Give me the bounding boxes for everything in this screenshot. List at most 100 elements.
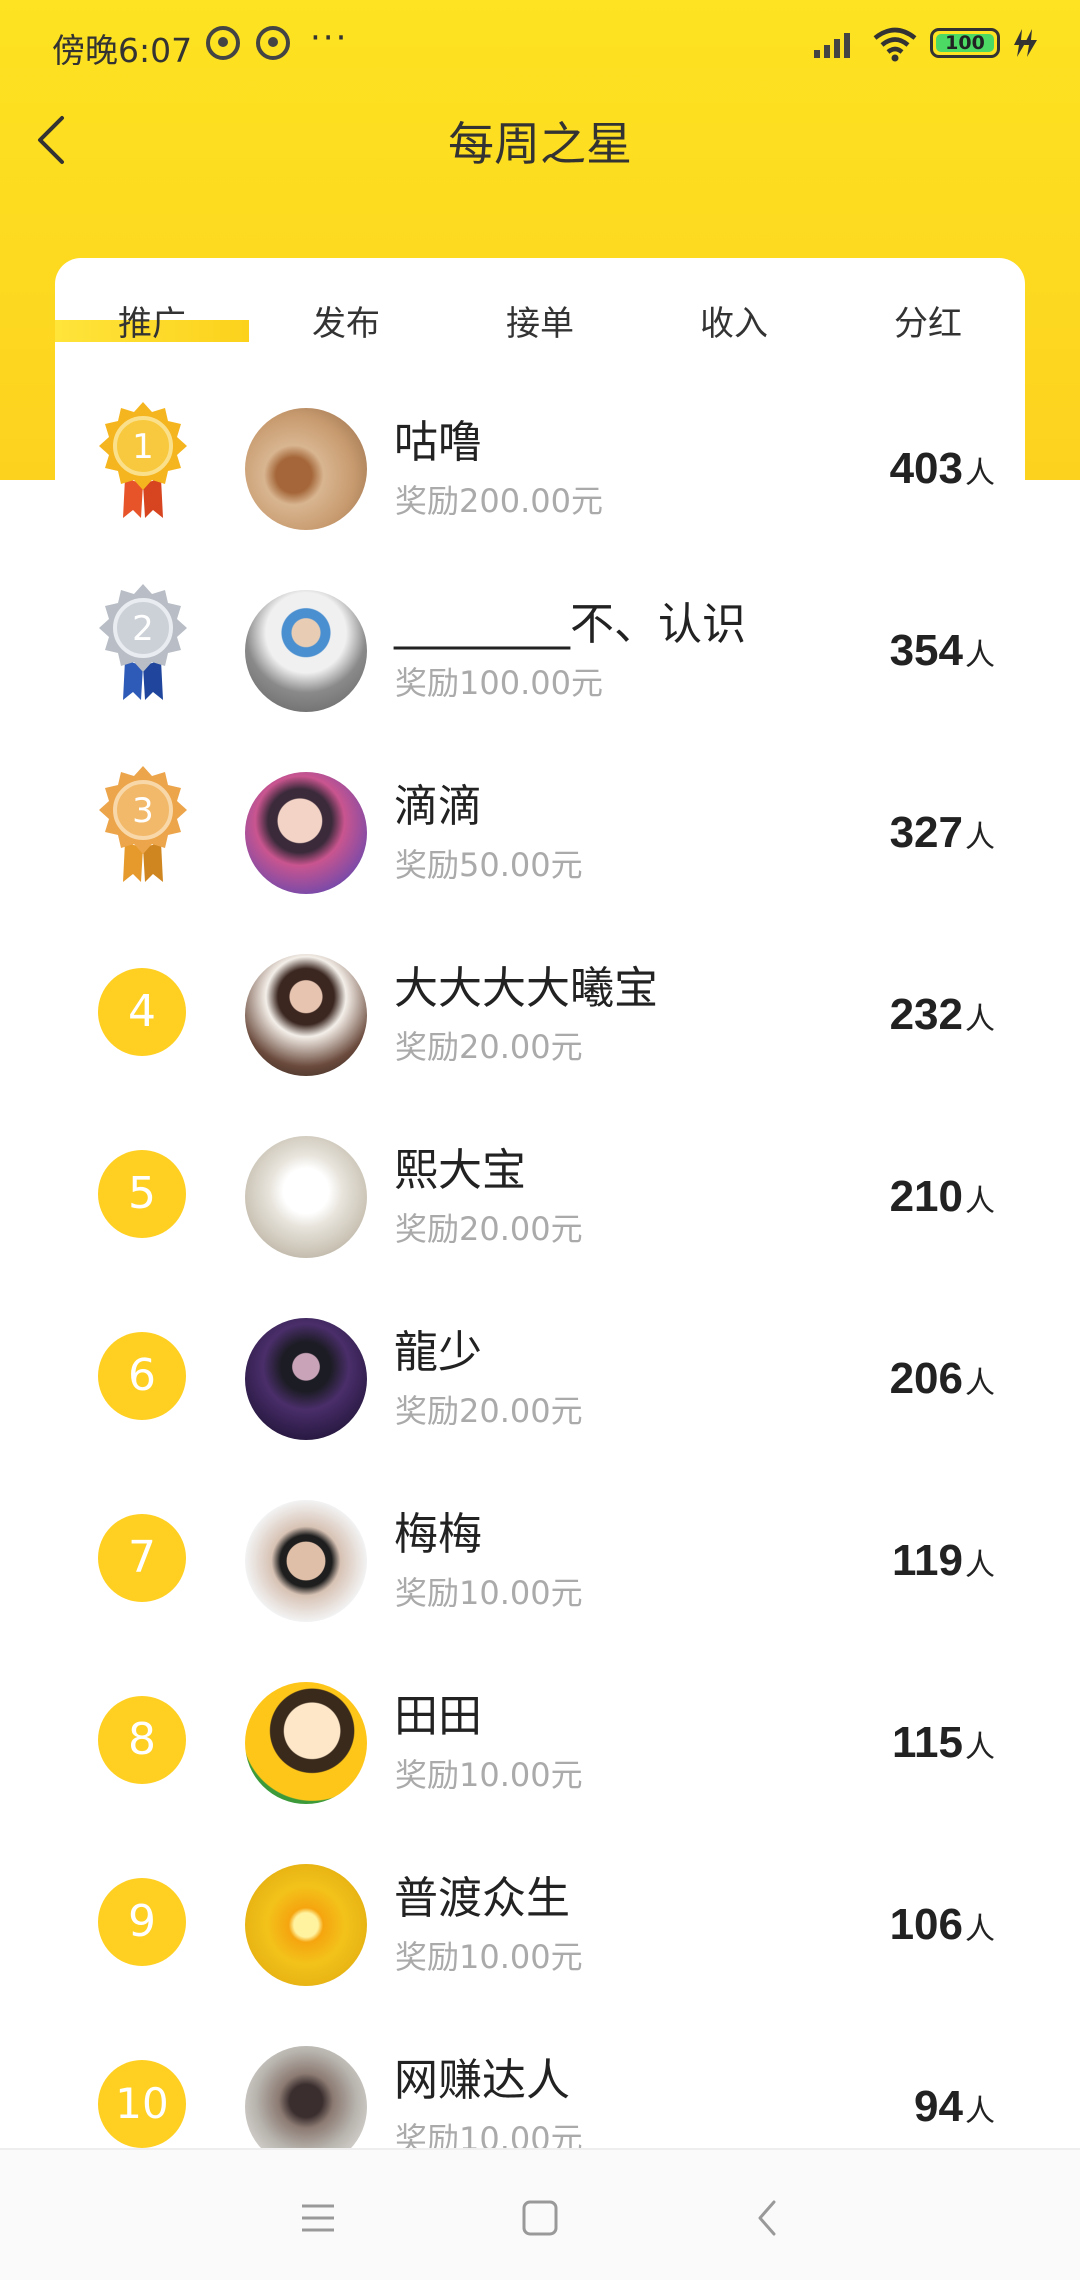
count-unit: 人 — [965, 1366, 995, 1401]
avatar[interactable] — [245, 1864, 367, 1986]
invite-count: 327人 — [890, 808, 995, 858]
ranking-row[interactable]: 1 咕噜 奖励200.00元 403人 — [55, 378, 1025, 560]
count-value: 119 — [892, 1536, 963, 1585]
avatar[interactable] — [245, 1318, 367, 1440]
invite-count: 232人 — [890, 990, 995, 1040]
rank-badge: 10 — [98, 2060, 186, 2148]
user-name: 龍少 — [394, 1327, 482, 1378]
signal-icon — [814, 33, 850, 58]
ranking-list: 1 咕噜 奖励200.00元 403人 2 ________不、认识 奖励100… — [55, 378, 1025, 2158]
invite-count: 210人 — [890, 1172, 995, 1222]
count-unit: 人 — [965, 1912, 995, 1947]
invite-count: 403人 — [890, 444, 995, 494]
count-value: 327 — [889, 808, 963, 857]
more-notifications-icon: ··· — [310, 18, 349, 58]
user-name: 田田 — [394, 1691, 482, 1742]
count-unit: 人 — [965, 1730, 995, 1765]
silver-medal-icon: 2 — [99, 584, 187, 700]
invite-count: 354人 — [890, 626, 995, 676]
count-unit: 人 — [965, 638, 995, 673]
count-value: 403 — [889, 444, 963, 493]
avatar[interactable] — [245, 408, 367, 530]
reward-amount: 奖励20.00元 — [395, 1210, 583, 1248]
count-value: 210 — [889, 1172, 963, 1221]
count-value: 354 — [889, 626, 963, 675]
user-name: 大大大大曦宝 — [394, 963, 658, 1014]
user-name: 滴滴 — [394, 781, 482, 832]
rank-badge: 4 — [98, 968, 186, 1056]
user-name: 普渡众生 — [394, 1873, 570, 1924]
ranking-row[interactable]: 9 普渡众生 奖励10.00元 106人 — [55, 1834, 1025, 2016]
avatar[interactable] — [245, 1682, 367, 1804]
count-unit: 人 — [965, 1002, 995, 1037]
reward-amount: 奖励10.00元 — [395, 1938, 583, 1976]
count-unit: 人 — [965, 820, 995, 855]
count-value: 232 — [889, 990, 963, 1039]
user-name: 咕噜 — [394, 417, 482, 468]
ranking-row[interactable]: 7 梅梅 奖励10.00元 119人 — [55, 1470, 1025, 1652]
status-time: 傍晚6:07 — [52, 31, 193, 70]
reward-amount: 奖励10.00元 — [395, 1756, 583, 1794]
rank-badge: 8 — [98, 1696, 186, 1784]
reward-amount: 奖励20.00元 — [395, 1392, 583, 1430]
battery-level: 100 — [945, 32, 985, 54]
count-unit: 人 — [965, 1184, 995, 1219]
tab-bar: 推广 发布 接单 收入 分红 — [55, 258, 1025, 378]
ranking-card: 推广 发布 接单 收入 分红 1 咕噜 奖励200.00元 403人 2 ___… — [55, 258, 1025, 2158]
avatar[interactable] — [245, 1136, 367, 1258]
bronze-medal-icon: 3 — [99, 766, 187, 882]
tab-dividend[interactable]: 分红 — [831, 296, 1025, 345]
notification-icon — [256, 26, 290, 60]
user-name: 熙大宝 — [394, 1145, 526, 1196]
count-value: 115 — [892, 1718, 963, 1767]
invite-count: 115人 — [892, 1718, 995, 1768]
invite-count: 206人 — [890, 1354, 995, 1404]
rank-badge: 5 — [98, 1150, 186, 1238]
reward-amount: 奖励10.00元 — [395, 1574, 583, 1612]
tab-promotion[interactable]: 推广 — [55, 296, 249, 345]
system-navigation-bar — [0, 2148, 1080, 2280]
home-icon[interactable] — [510, 2188, 570, 2248]
ranking-row[interactable]: 10 网赚达人 奖励10.00元 94人 — [55, 2016, 1025, 2158]
reward-amount: 奖励100.00元 — [395, 664, 603, 702]
battery-icon: 100 — [930, 28, 1000, 58]
tab-publish[interactable]: 发布 — [249, 296, 443, 345]
count-unit: 人 — [965, 2094, 995, 2129]
user-name: ________不、认识 — [394, 599, 746, 650]
rank-number: 3 — [132, 791, 154, 831]
rank-badge: 6 — [98, 1332, 186, 1420]
ranking-row[interactable]: 3 滴滴 奖励50.00元 327人 — [55, 742, 1025, 924]
avatar[interactable] — [245, 954, 367, 1076]
back-nav-icon[interactable] — [738, 2188, 798, 2248]
avatar[interactable] — [245, 2046, 367, 2158]
charging-icon — [1014, 29, 1037, 57]
page-title: 每周之星 — [448, 117, 632, 171]
avatar[interactable] — [245, 590, 367, 712]
reward-amount: 奖励50.00元 — [395, 846, 583, 884]
ranking-row[interactable]: 6 龍少 奖励20.00元 206人 — [55, 1288, 1025, 1470]
gold-medal-icon: 1 — [99, 402, 187, 518]
rank-badge: 9 — [98, 1878, 186, 1966]
tab-orders[interactable]: 接单 — [443, 296, 637, 345]
ranking-row[interactable]: 4 大大大大曦宝 奖励20.00元 232人 — [55, 924, 1025, 1106]
count-value: 94 — [914, 2082, 963, 2131]
ranking-row[interactable]: 2 ________不、认识 奖励100.00元 354人 — [55, 560, 1025, 742]
tab-income[interactable]: 收入 — [637, 296, 831, 345]
rank-number: 2 — [132, 609, 154, 649]
invite-count: 106人 — [890, 1900, 995, 1950]
ranking-row[interactable]: 5 熙大宝 奖励20.00元 210人 — [55, 1106, 1025, 1288]
ranking-row[interactable]: 8 田田 奖励10.00元 115人 — [55, 1652, 1025, 1834]
reward-amount: 奖励20.00元 — [395, 1028, 583, 1066]
count-unit: 人 — [965, 456, 995, 491]
invite-count: 94人 — [914, 2082, 995, 2132]
count-value: 106 — [889, 1900, 963, 1949]
menu-icon[interactable] — [288, 2188, 348, 2248]
status-bar: 傍晚6:07 ··· 100 — [0, 0, 1080, 90]
rank-badge: 7 — [98, 1514, 186, 1602]
invite-count: 119人 — [892, 1536, 995, 1586]
notification-icon — [206, 26, 240, 60]
avatar[interactable] — [245, 772, 367, 894]
user-name: 网赚达人 — [394, 2055, 570, 2106]
count-value: 206 — [889, 1354, 963, 1403]
avatar[interactable] — [245, 1500, 367, 1622]
